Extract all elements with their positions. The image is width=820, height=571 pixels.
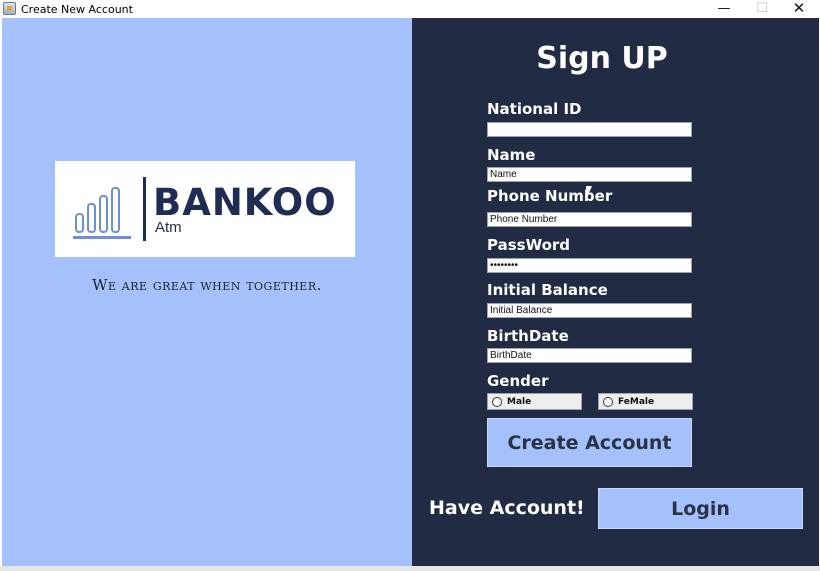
java-app-icon	[3, 2, 16, 15]
national-id-input[interactable]	[487, 122, 692, 137]
gender-male-radio[interactable]: Male	[487, 393, 582, 410]
title-bar: Create New Account — ☐ ✕	[0, 0, 820, 18]
create-account-button[interactable]: Create Account	[487, 418, 692, 467]
close-button[interactable]: ✕	[781, 0, 817, 18]
branding-panel: BANKOO Atm We are great when together.	[2, 18, 412, 568]
name-label: Name	[487, 146, 536, 164]
signup-panel: Sign UP National ID Name Phone Number Pa…	[412, 18, 819, 568]
national-id-label: National ID	[487, 100, 582, 118]
birthdate-input[interactable]	[487, 348, 692, 363]
have-account-text: Have Account!	[429, 497, 585, 519]
bankoo-logo: BANKOO Atm	[55, 161, 355, 257]
gender-male-label: Male	[507, 396, 532, 407]
slogan: We are great when together.	[92, 276, 322, 294]
login-button[interactable]: Login	[598, 488, 803, 529]
birthdate-label: BirthDate	[487, 327, 569, 345]
minimize-button[interactable]: —	[706, 0, 742, 18]
name-input[interactable]	[487, 167, 692, 182]
brand-name: BANKOO	[153, 181, 337, 224]
initial-balance-input[interactable]	[487, 303, 692, 318]
mouse-pointer-icon	[585, 185, 598, 201]
radio-circle-icon	[603, 396, 613, 407]
page-title: Sign UP	[536, 41, 668, 76]
bar-chart-icon	[73, 187, 133, 239]
brand-subtitle: Atm	[155, 219, 182, 236]
gender-label: Gender	[487, 372, 549, 390]
taskbar-strip	[0, 566, 820, 571]
window-title: Create New Account	[21, 3, 133, 16]
initial-balance-label: Initial Balance	[487, 281, 608, 299]
logo-divider	[143, 177, 146, 241]
gender-female-radio[interactable]: FeMale	[598, 393, 693, 410]
password-input[interactable]	[487, 258, 692, 273]
radio-circle-icon	[492, 396, 502, 407]
password-label: PassWord	[487, 236, 571, 254]
maximize-button[interactable]: ☐	[744, 0, 780, 18]
phone-input[interactable]	[487, 212, 692, 227]
gender-female-label: FeMale	[618, 396, 655, 407]
